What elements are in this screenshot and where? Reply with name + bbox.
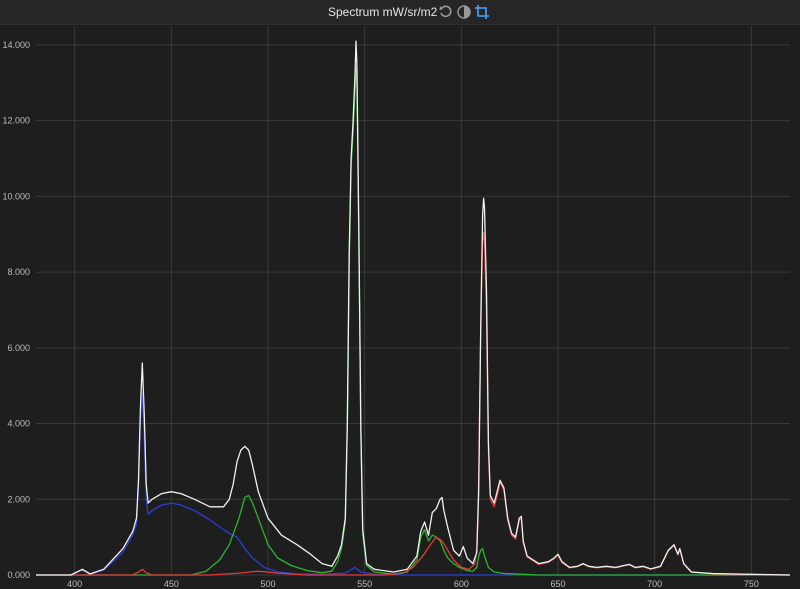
x-tick-label: 450 — [164, 579, 179, 589]
x-tick-label: 600 — [454, 579, 469, 589]
y-tick-label: 14.000 — [2, 40, 30, 50]
y-tick-label: 2.000 — [7, 494, 30, 504]
x-axis-ticks: 400 450 500 550 600 650 700 750 — [67, 579, 759, 589]
series-line-3 — [36, 392, 790, 576]
x-tick-label: 750 — [744, 579, 759, 589]
y-tick-label: 8.000 — [7, 267, 30, 277]
x-tick-label: 650 — [550, 579, 565, 589]
y-tick-label: 12.000 — [2, 116, 30, 126]
series-lines — [36, 40, 791, 576]
x-tick-label: 550 — [357, 579, 372, 589]
series-line-1 — [36, 231, 791, 576]
series-line-0 — [36, 40, 791, 576]
y-tick-label: 6.000 — [7, 343, 30, 353]
y-tick-label: 0.000 — [7, 570, 30, 580]
spectrum-chart: 0.000 2.000 4.000 6.000 8.000 10.000 12.000 14.… — [2, 26, 791, 589]
x-tick-label: 400 — [67, 579, 82, 589]
x-tick-label: 500 — [260, 579, 275, 589]
y-axis-ticks: 0.000 2.000 4.000 6.000 8.000 10.000 12.000 14.… — [2, 40, 30, 580]
y-tick-label: 4.000 — [7, 419, 30, 429]
x-tick-label: 700 — [647, 579, 662, 589]
y-tick-label: 10.000 — [2, 191, 30, 201]
grid — [36, 26, 790, 576]
